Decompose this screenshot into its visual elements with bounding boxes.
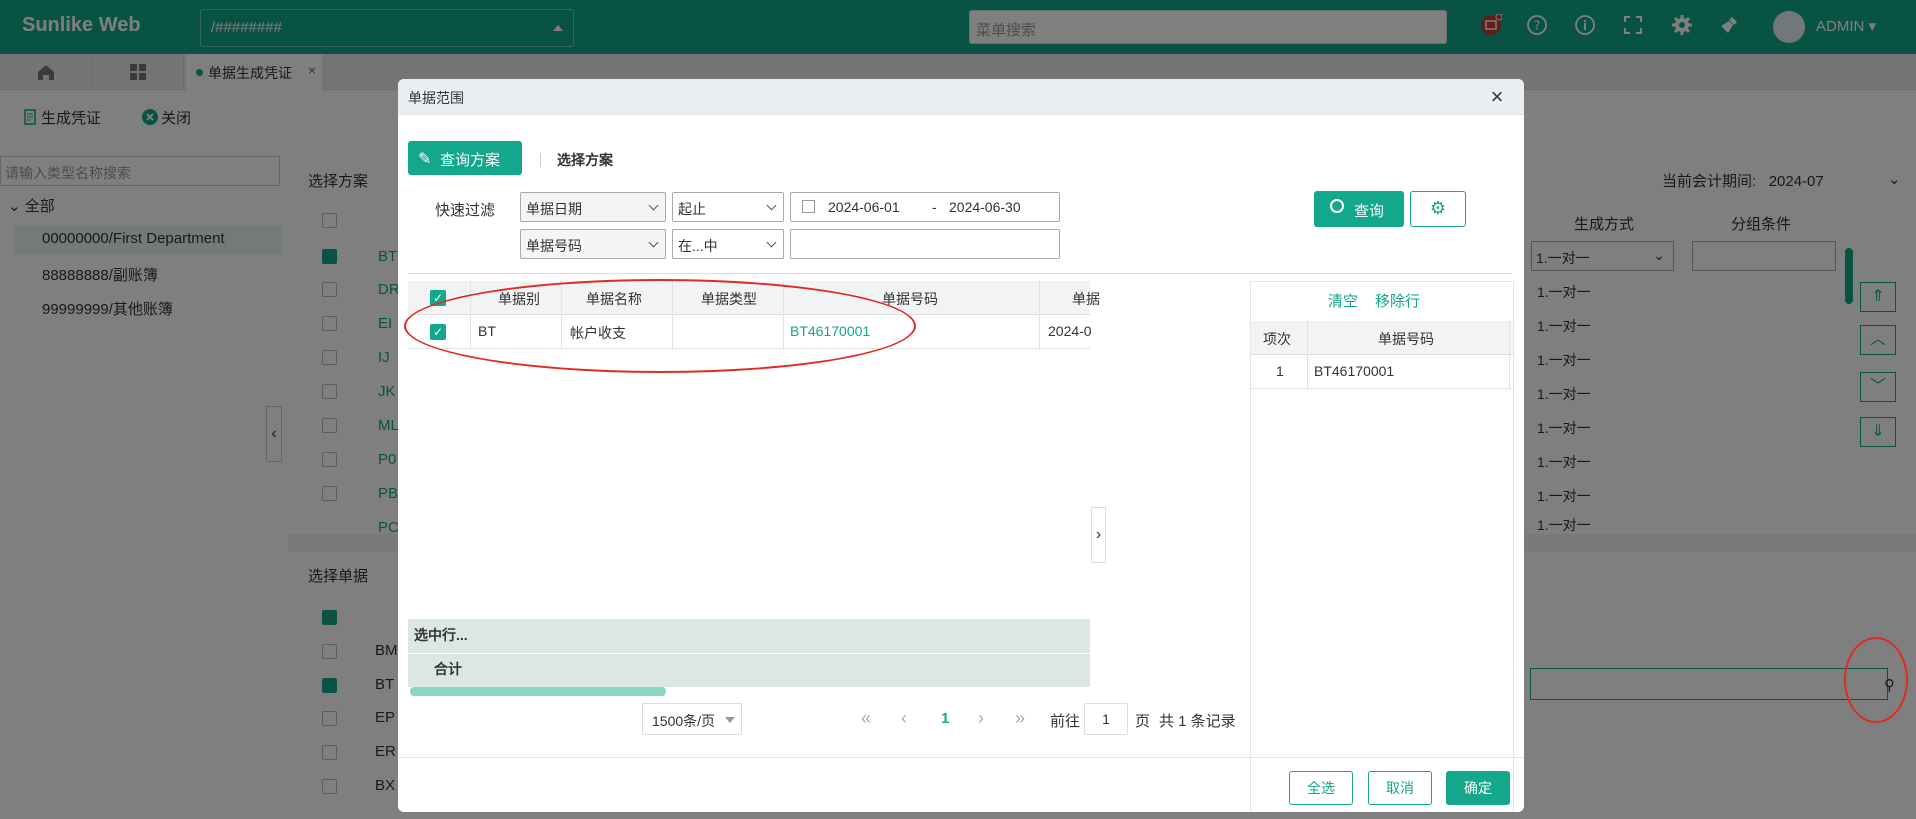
filter-field-select[interactable]: 单据日期 bbox=[520, 192, 666, 222]
dialog-title: 单据范围 bbox=[408, 90, 464, 106]
column-seq: 项次 bbox=[1263, 331, 1291, 347]
last-page-icon[interactable]: » bbox=[1015, 708, 1025, 729]
query-scheme-label: 查询方案 bbox=[440, 152, 501, 169]
cell-doc-number: BT46170001 bbox=[1314, 363, 1395, 379]
filter-field-value: 单据号码 bbox=[526, 238, 582, 254]
expand-panel-handle[interactable]: › bbox=[1091, 507, 1106, 563]
cancel-button[interactable]: 取消 bbox=[1368, 771, 1432, 805]
select-all-button[interactable]: 全选 bbox=[1289, 771, 1353, 805]
divider bbox=[408, 653, 1090, 654]
first-page-icon[interactable]: « bbox=[861, 708, 871, 729]
date-start[interactable]: 2024-06-01 bbox=[828, 199, 900, 215]
select-scheme-link[interactable]: 选择方案 bbox=[557, 150, 613, 170]
query-label: 查询 bbox=[1354, 203, 1385, 220]
query-button[interactable]: 查询 bbox=[1314, 191, 1404, 227]
filter-operator-value: 在...中 bbox=[678, 238, 718, 254]
annotation-ellipse bbox=[1844, 637, 1908, 723]
confirm-button[interactable]: 确定 bbox=[1446, 771, 1510, 805]
page-size-value: 1500条/页 bbox=[652, 713, 716, 729]
close-icon[interactable]: × bbox=[1482, 82, 1512, 112]
calendar-icon bbox=[802, 200, 815, 213]
divider bbox=[398, 757, 1524, 758]
chevron-down-icon bbox=[766, 200, 777, 211]
total-records: 共 1 条记录 bbox=[1159, 713, 1236, 730]
date-end[interactable]: 2024-06-30 bbox=[949, 199, 1021, 215]
filter-value-input[interactable] bbox=[790, 229, 1060, 259]
filter-field-select[interactable]: 单据号码 bbox=[520, 229, 666, 259]
document-range-dialog: 单据范围 × 查询方案 ✎ 选择方案 快速过滤 单据日期 起止 2024-06-… bbox=[398, 79, 1524, 812]
clear-button[interactable]: 清空 bbox=[1328, 290, 1358, 311]
filter-operator-select[interactable]: 起止 bbox=[672, 192, 784, 222]
prev-page-icon[interactable]: ‹ bbox=[901, 708, 907, 729]
divider bbox=[540, 153, 541, 167]
settings-button[interactable]: ⚙ bbox=[1410, 191, 1466, 227]
filter-operator-value: 起止 bbox=[678, 201, 706, 217]
chevron-down-icon bbox=[766, 237, 777, 248]
caret-down-icon bbox=[725, 717, 735, 723]
quick-filter-label: 快速过滤 bbox=[435, 202, 496, 219]
divider bbox=[408, 273, 1512, 274]
search-icon bbox=[1330, 199, 1344, 213]
next-page-icon[interactable]: › bbox=[978, 708, 984, 729]
gear-icon: ⚙ bbox=[1429, 198, 1447, 218]
goto-label: 前往 bbox=[1050, 713, 1081, 730]
chevron-down-icon bbox=[648, 237, 659, 248]
cell-seq: 1 bbox=[1276, 363, 1284, 379]
annotation-ellipse bbox=[404, 279, 916, 373]
filter-operator-select[interactable]: 在...中 bbox=[672, 229, 784, 259]
dialog-title-bar bbox=[398, 79, 1524, 115]
tools-icon: ✎ bbox=[418, 151, 432, 168]
total-label: 合计 bbox=[434, 661, 462, 677]
selected-rows-label: 选中行... bbox=[414, 627, 468, 643]
page-size-select[interactable]: 1500条/页 bbox=[642, 703, 742, 735]
remove-row-button[interactable]: 移除行 bbox=[1375, 290, 1420, 311]
column-doc-number: 单据号码 bbox=[1378, 331, 1434, 347]
filter-field-value: 单据日期 bbox=[526, 201, 582, 217]
chevron-down-icon bbox=[648, 200, 659, 211]
goto-page-input[interactable]: 1 bbox=[1084, 703, 1128, 735]
cell-doc-date: 2024-0 bbox=[1048, 323, 1092, 339]
column-doc-date: 单据 bbox=[1072, 291, 1100, 307]
current-page[interactable]: 1 bbox=[941, 710, 949, 727]
horizontal-scrollbar[interactable] bbox=[410, 687, 666, 696]
page-unit-label: 页 bbox=[1135, 713, 1151, 730]
date-separator: - bbox=[932, 199, 937, 215]
